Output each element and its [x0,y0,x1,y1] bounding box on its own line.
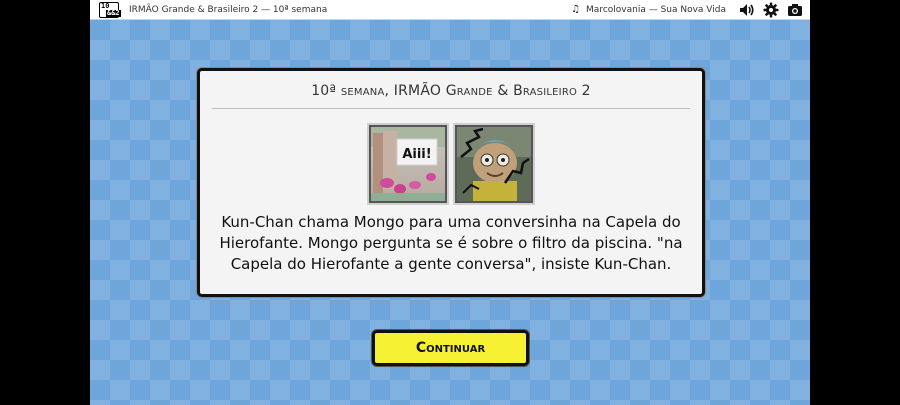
gear-icon[interactable] [762,2,780,18]
portrait-row: Aiii! [200,125,702,203]
game-logo[interactable]: 10 &&2 [99,1,121,18]
camera-icon[interactable] [786,2,804,18]
event-description: Kun-Chan chama Mongo para uma conversinh… [219,213,683,273]
divider [212,108,690,109]
game-title: IRMÃO Grande & Brasileiro 2 — 10ª semana [129,4,328,15]
game-stage: 10ª semana, IRMÃO Grande & Brasileiro 2 [90,20,810,405]
volume-icon[interactable] [738,2,756,18]
continue-button[interactable]: Continuar [372,330,529,366]
event-card: 10ª semana, IRMÃO Grande & Brasileiro 2 [197,68,705,297]
event-title: 10ª semana, IRMÃO Grande & Brasileiro 2 [311,83,591,99]
portrait-mongo [455,125,533,203]
portrait-caption: Aiii! [402,147,431,162]
portrait-kun-chan: Aiii! [369,125,447,203]
top-bar: 10 &&2 IRMÃO Grande & Brasileiro 2 — 10ª… [90,0,810,20]
now-playing-song: Marcolovania — Sua Nova Vida [586,4,726,15]
music-note-icon: ♫ [571,4,581,15]
